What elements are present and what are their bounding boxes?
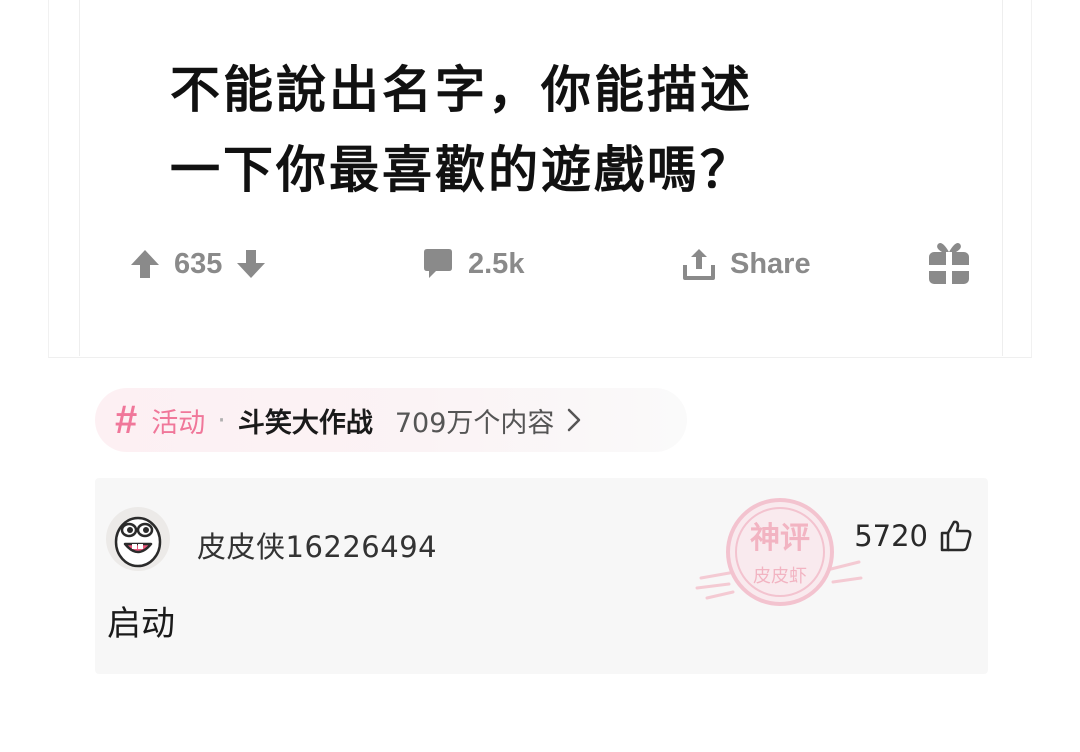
comment-text: 启动 [107,604,175,644]
thumbs-up-icon [938,518,974,554]
post-action-bar: 635 2.5k Share [80,236,1004,292]
avatar[interactable] [105,506,171,572]
upvote-icon[interactable] [128,247,162,281]
chevron-right-icon [566,407,582,433]
post-inner: 不能說出名字，你能描述 一下你最喜歡的遊戲嗎？ 635 2.5k Share [79,0,1003,356]
post-title: 不能說出名字，你能描述 一下你最喜歡的遊戲嗎？ [170,50,950,210]
shenping-stamp: 神评 皮皮虾 [695,492,865,622]
post-card: 不能說出名字，你能描述 一下你最喜歡的遊戲嗎？ 635 2.5k Share [48,0,1032,358]
topic-separator: · [217,404,226,436]
comment-icon [420,246,456,282]
hashtag-icon: # [115,398,138,442]
post-title-line-2: 一下你最喜歡的遊戲嗎？ [170,141,753,199]
comment-card: 皮皮侠16226494 神评 皮皮虾 5720 启动 [95,478,988,674]
topic-pill[interactable]: # 活动 · 斗笑大作战 709万个内容 [95,388,687,452]
like-count: 5720 [854,519,928,553]
comments-button[interactable]: 2.5k [420,236,524,292]
share-button[interactable]: Share [680,236,811,292]
share-label: Share [730,247,811,280]
downvote-icon[interactable] [234,247,268,281]
like-button[interactable]: 5720 [854,518,974,554]
topic-content-count: 709万个内容 [394,407,555,439]
post-title-line-1: 不能說出名字，你能描述 [170,61,753,119]
stamp-line-1: 神评 [750,521,810,556]
topic-name: 斗笑大作战 [237,407,373,439]
comment-count: 2.5k [468,247,525,280]
award-button[interactable] [926,236,972,292]
topic-category: 活动 [151,407,206,439]
comment-username[interactable]: 皮皮侠16226494 [197,524,437,566]
stamp-line-2: 皮皮虾 [753,566,807,587]
vote-count: 635 [174,247,223,280]
share-icon [680,245,718,283]
award-icon [926,240,972,288]
vote-group: 635 [128,236,268,292]
